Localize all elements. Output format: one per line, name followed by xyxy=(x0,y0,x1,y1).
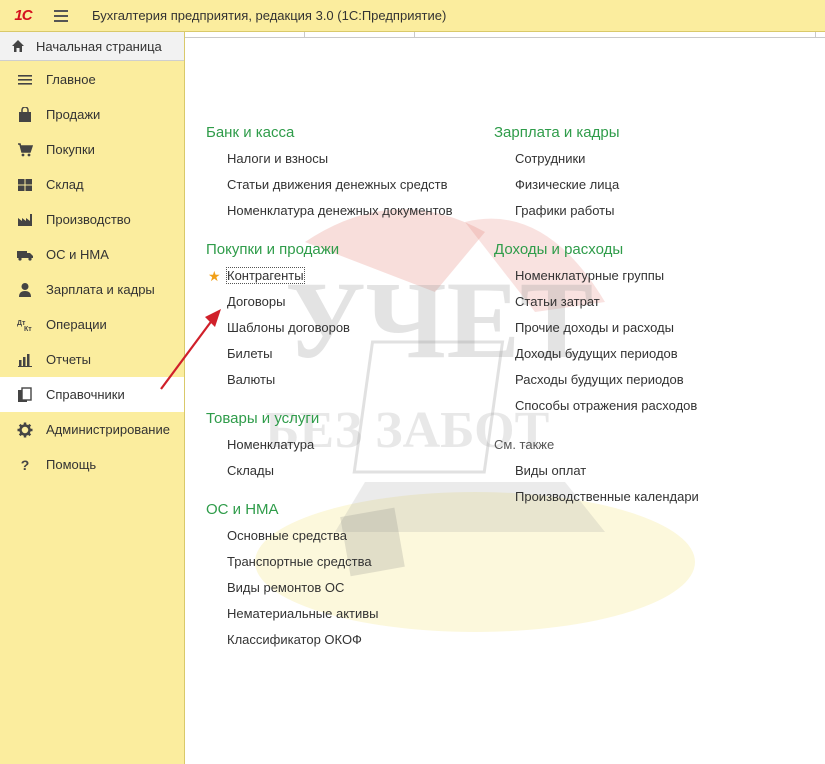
home-icon xyxy=(12,40,24,52)
sidebar-item-salary[interactable]: Зарплата и кадры xyxy=(0,272,184,307)
person-icon xyxy=(16,281,34,299)
link-okof-classifier[interactable]: Классификатор ОКОФ xyxy=(206,627,453,653)
sidebar-item-production[interactable]: Производство xyxy=(0,202,184,237)
factory-icon xyxy=(16,211,34,229)
right-column: Зарплата и кадры Сотрудники Физические л… xyxy=(494,120,699,510)
hamburger-menu-icon[interactable] xyxy=(54,0,74,32)
link-other-income-expenses[interactable]: Прочие доходы и расходы xyxy=(494,315,699,341)
section-goods-services: Товары и услуги Номенклатура Склады xyxy=(206,406,453,484)
section-title: Зарплата и кадры xyxy=(494,124,620,141)
app-title: Бухгалтерия предприятия, редакция 3.0 (1… xyxy=(92,8,447,23)
list-icon xyxy=(16,71,34,89)
section-fixed-assets: ОС и НМА Основные средства Транспортные … xyxy=(206,497,453,653)
sidebar-item-label: Производство xyxy=(46,212,131,227)
link-contracts[interactable]: Договоры xyxy=(206,289,453,315)
sidebar-item-help[interactable]: ? Помощь xyxy=(0,447,184,482)
sidebar-item-sales[interactable]: Продажи xyxy=(0,97,184,132)
shopping-bag-icon xyxy=(16,106,34,124)
sidebar-item-operations[interactable]: Дт Кт Операции xyxy=(0,307,184,342)
sidebar-item-label: Главное xyxy=(46,72,96,87)
favorite-star-icon[interactable]: ★ xyxy=(208,263,221,289)
sidebar-item-warehouse[interactable]: Склад xyxy=(0,167,184,202)
sidebar-item-directories[interactable]: Справочники xyxy=(0,377,184,412)
section-title: Банк и касса xyxy=(206,124,295,141)
dt-kt-icon: Дт Кт xyxy=(16,316,34,334)
truck-icon xyxy=(16,246,34,264)
1c-logo: 1С xyxy=(14,7,32,24)
sidebar: Начальная страница Главное Продажи Покуп… xyxy=(0,32,185,764)
sidebar-item-fixed-assets[interactable]: ОС и НМА xyxy=(0,237,184,272)
link-fixed-assets[interactable]: Основные средства xyxy=(206,523,453,549)
link-currencies[interactable]: Валюты xyxy=(206,367,453,393)
link-payment-types[interactable]: Виды оплат xyxy=(494,458,699,484)
link-nomenclature[interactable]: Номенклатура xyxy=(206,432,453,458)
sidebar-home-label: Начальная страница xyxy=(36,38,162,54)
sidebar-item-administration[interactable]: Администрирование xyxy=(0,412,184,447)
link-work-schedules[interactable]: Графики работы xyxy=(494,198,699,224)
link-production-calendars[interactable]: Производственные календари xyxy=(494,484,699,510)
section-bank: Банк и касса Налоги и взносы Статьи движ… xyxy=(206,120,453,224)
link-individuals[interactable]: Физические лица xyxy=(494,172,699,198)
link-vehicles[interactable]: Транспортные средства xyxy=(206,549,453,575)
sidebar-item-label: Справочники xyxy=(46,387,125,402)
section-purchases-sales: Покупки и продажи ★ Контрагенты Договоры … xyxy=(206,237,453,393)
sidebar-item-main[interactable]: Главное xyxy=(0,62,184,97)
sidebar-home[interactable]: Начальная страница xyxy=(0,32,184,61)
books-icon xyxy=(16,386,34,404)
link-counterparties[interactable]: ★ Контрагенты xyxy=(206,263,453,289)
link-intangible-assets[interactable]: Нематериальные активы xyxy=(206,601,453,627)
warehouse-icon xyxy=(16,176,34,194)
link-warehouses[interactable]: Склады xyxy=(206,458,453,484)
link-deferred-expenses[interactable]: Расходы будущих периодов xyxy=(494,367,699,393)
link-cost-items[interactable]: Статьи затрат xyxy=(494,289,699,315)
sidebar-item-reports[interactable]: Отчеты xyxy=(0,342,184,377)
title-bar: 1С Бухгалтерия предприятия, редакция 3.0… xyxy=(0,0,825,32)
link-taxes[interactable]: Налоги и взносы xyxy=(206,146,453,172)
sidebar-item-label: Операции xyxy=(46,317,107,332)
link-cash-flow-items[interactable]: Статьи движения денежных средств xyxy=(206,172,453,198)
sidebar-item-label: ОС и НМА xyxy=(46,247,109,262)
gear-icon xyxy=(16,421,34,439)
sidebar-item-label: Администрирование xyxy=(46,422,170,437)
section-salary: Зарплата и кадры Сотрудники Физические л… xyxy=(494,120,699,224)
sidebar-item-label: Продажи xyxy=(46,107,101,122)
link-contract-templates[interactable]: Шаблоны договоров xyxy=(206,315,453,341)
bar-chart-icon xyxy=(16,351,34,369)
sidebar-item-label: Покупки xyxy=(46,142,95,157)
question-icon: ? xyxy=(20,456,30,473)
sidebar-item-label: Помощь xyxy=(46,457,97,472)
sidebar-item-label: Зарплата и кадры xyxy=(46,282,155,297)
sidebar-nav: Главное Продажи Покупки Склад Производст… xyxy=(0,61,184,482)
sidebar-item-label: Отчеты xyxy=(46,352,91,367)
svg-text:Кт: Кт xyxy=(24,326,32,332)
link-expense-methods[interactable]: Способы отражения расходов xyxy=(494,393,699,419)
section-income-expenses: Доходы и расходы Номенклатурные группы С… xyxy=(494,237,699,419)
sidebar-item-purchases[interactable]: Покупки xyxy=(0,132,184,167)
left-column: Банк и касса Налоги и взносы Статьи движ… xyxy=(206,120,453,666)
link-tickets[interactable]: Билеты xyxy=(206,341,453,367)
tab-strip xyxy=(185,32,825,38)
link-employees[interactable]: Сотрудники xyxy=(494,146,699,172)
link-deferred-income[interactable]: Доходы будущих периодов xyxy=(494,341,699,367)
section-title: Доходы и расходы xyxy=(494,241,624,258)
link-nomenclature-groups[interactable]: Номенклатурные группы xyxy=(494,263,699,289)
section-title: ОС и НМА xyxy=(206,501,279,518)
link-cash-documents[interactable]: Номенклатура денежных документов xyxy=(206,198,453,224)
sidebar-item-label: Склад xyxy=(46,177,84,192)
section-title: Покупки и продажи xyxy=(206,241,340,258)
link-repair-types[interactable]: Виды ремонтов ОС xyxy=(206,575,453,601)
cart-icon xyxy=(16,141,34,159)
main-content: УЧЕТ БЕЗ ЗАБОТ Банк и касса Налоги и взн… xyxy=(185,32,825,764)
section-title: Товары и услуги xyxy=(206,410,320,427)
see-also-label: См. также xyxy=(494,437,555,452)
